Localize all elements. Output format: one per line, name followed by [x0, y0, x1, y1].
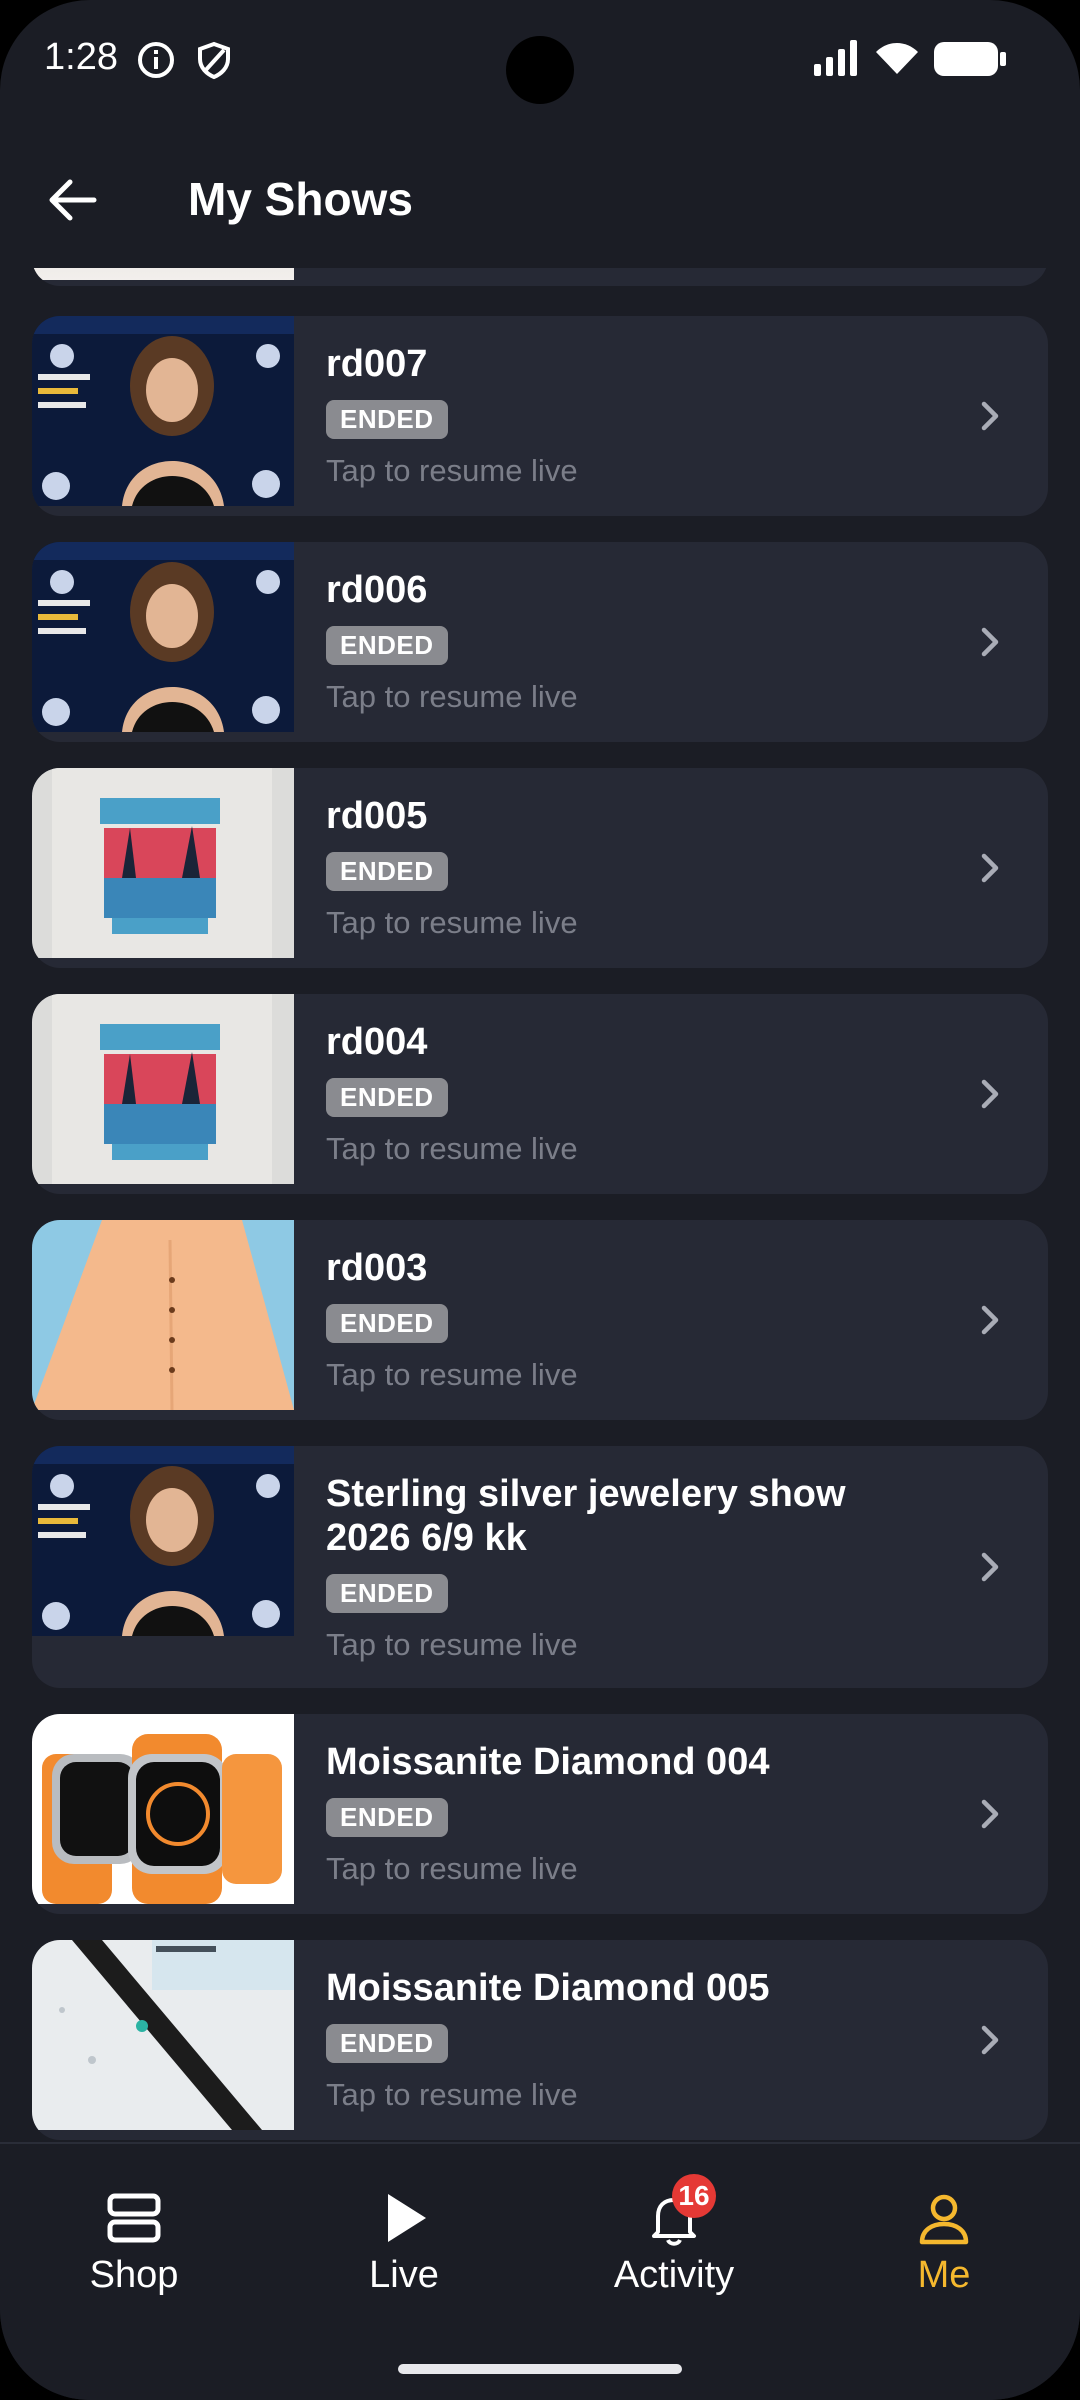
app-header: My Shows [0, 140, 1080, 260]
show-title: rd003 [326, 1247, 428, 1289]
bottom-navigation: Shop Live 16 Activity Me [0, 2142, 1080, 2400]
chevron-right-icon [972, 1302, 1008, 1338]
nav-label-activity: Activity [613, 2254, 735, 2296]
nav-live[interactable]: Live [304, 2188, 504, 2297]
status-badge: ENDED [326, 852, 448, 891]
show-info: Sterling silver jewelery show 2026 6/9 k… [326, 1472, 928, 1663]
show-title: rd006 [326, 569, 428, 611]
chevron-right-icon [972, 1796, 1008, 1832]
show-info: rd005 ENDED Tap to resume live [326, 794, 928, 941]
resume-hint: Tap to resume live [326, 905, 578, 940]
show-info: rd003 ENDED Tap to resume live [326, 1246, 928, 1393]
show-title: Moissanite Diamond 004 [326, 1741, 770, 1783]
show-card[interactable]: Sterling silver jewelery show 2026 6/9 k… [32, 1446, 1048, 1688]
status-badge: ENDED [326, 1798, 448, 1837]
chevron-right-icon [972, 1549, 1008, 1585]
chevron-right-icon [972, 1076, 1008, 1112]
status-badge: ENDED [326, 1304, 448, 1343]
resume-hint: Tap to resume live [326, 1627, 578, 1662]
show-thumbnail [32, 268, 294, 280]
nav-me[interactable]: Me [844, 2188, 1044, 2297]
shop-icon [107, 2193, 161, 2243]
resume-hint: Tap to resume live [326, 1357, 578, 1392]
status-badge: ENDED [326, 626, 448, 665]
list-item-partial[interactable] [32, 268, 1048, 286]
notification-badge: 16 [672, 2174, 716, 2218]
show-thumbnail [32, 994, 294, 1184]
resume-hint: Tap to resume live [326, 1851, 578, 1886]
show-thumbnail [32, 768, 294, 958]
show-info: Moissanite Diamond 005 ENDED Tap to resu… [326, 1966, 928, 2113]
phone-screen: 1:28 My Shows rd007 ENDED Tap to resume … [0, 0, 1080, 2400]
status-bar: 1:28 [0, 0, 1080, 120]
nav-label-me: Me [917, 2254, 971, 2296]
person-icon [919, 2194, 969, 2245]
resume-hint: Tap to resume live [326, 679, 578, 714]
back-arrow-icon[interactable] [40, 168, 104, 232]
status-badge: ENDED [326, 2024, 448, 2063]
info-icon [138, 42, 174, 78]
show-title: rd007 [326, 343, 428, 385]
status-badge: ENDED [326, 400, 448, 439]
show-thumbnail [32, 1220, 294, 1410]
chevron-right-icon [972, 2022, 1008, 2058]
show-card[interactable]: Moissanite Diamond 004 ENDED Tap to resu… [32, 1714, 1048, 1914]
show-card[interactable]: rd004 ENDED Tap to resume live [32, 994, 1048, 1194]
resume-hint: Tap to resume live [326, 1131, 578, 1166]
show-thumbnail [32, 316, 294, 506]
show-card[interactable]: rd006 ENDED Tap to resume live [32, 542, 1048, 742]
show-card[interactable]: Moissanite Diamond 005 ENDED Tap to resu… [32, 1940, 1048, 2140]
show-card[interactable]: rd003 ENDED Tap to resume live [32, 1220, 1048, 1420]
nav-activity[interactable]: 16 Activity [574, 2174, 774, 2297]
show-title: Sterling silver jewelery show 2026 6/9 k… [326, 1473, 846, 1559]
page-title: My Shows [188, 173, 413, 225]
chevron-right-icon [972, 398, 1008, 434]
nav-label-live: Live [369, 2254, 439, 2296]
show-card[interactable]: rd007 ENDED Tap to resume live [32, 316, 1048, 516]
status-badge: ENDED [326, 1574, 448, 1613]
show-thumbnail [32, 1446, 294, 1636]
show-title: rd005 [326, 795, 428, 837]
resume-hint: Tap to resume live [326, 2077, 578, 2112]
show-title: Moissanite Diamond 005 [326, 1967, 770, 2009]
show-info: rd004 ENDED Tap to resume live [326, 1020, 928, 1167]
front-camera [506, 36, 574, 104]
shows-list[interactable]: rd007 ENDED Tap to resume live rd006 END… [0, 268, 1080, 2140]
show-thumbnail [32, 1714, 294, 1904]
signal-icon [814, 40, 857, 76]
resume-hint: Tap to resume live [326, 453, 578, 488]
show-card[interactable]: rd005 ENDED Tap to resume live [32, 768, 1048, 968]
nav-label-shop: Shop [89, 2254, 179, 2296]
status-time: 1:28 [44, 36, 118, 78]
show-info: rd007 ENDED Tap to resume live [326, 342, 928, 489]
battery-icon [934, 42, 1006, 76]
show-thumbnail [32, 1940, 294, 2130]
show-info: rd006 ENDED Tap to resume live [326, 568, 928, 715]
chevron-right-icon [972, 624, 1008, 660]
show-thumbnail [32, 542, 294, 732]
status-badge: ENDED [326, 1078, 448, 1117]
nav-shop[interactable]: Shop [34, 2188, 234, 2297]
shield-icon [198, 41, 230, 80]
wifi-icon [876, 43, 918, 74]
play-icon [388, 2194, 426, 2242]
show-info: Moissanite Diamond 004 ENDED Tap to resu… [326, 1740, 928, 1887]
chevron-right-icon [972, 850, 1008, 886]
home-indicator[interactable] [398, 2364, 682, 2374]
show-title: rd004 [326, 1021, 428, 1063]
